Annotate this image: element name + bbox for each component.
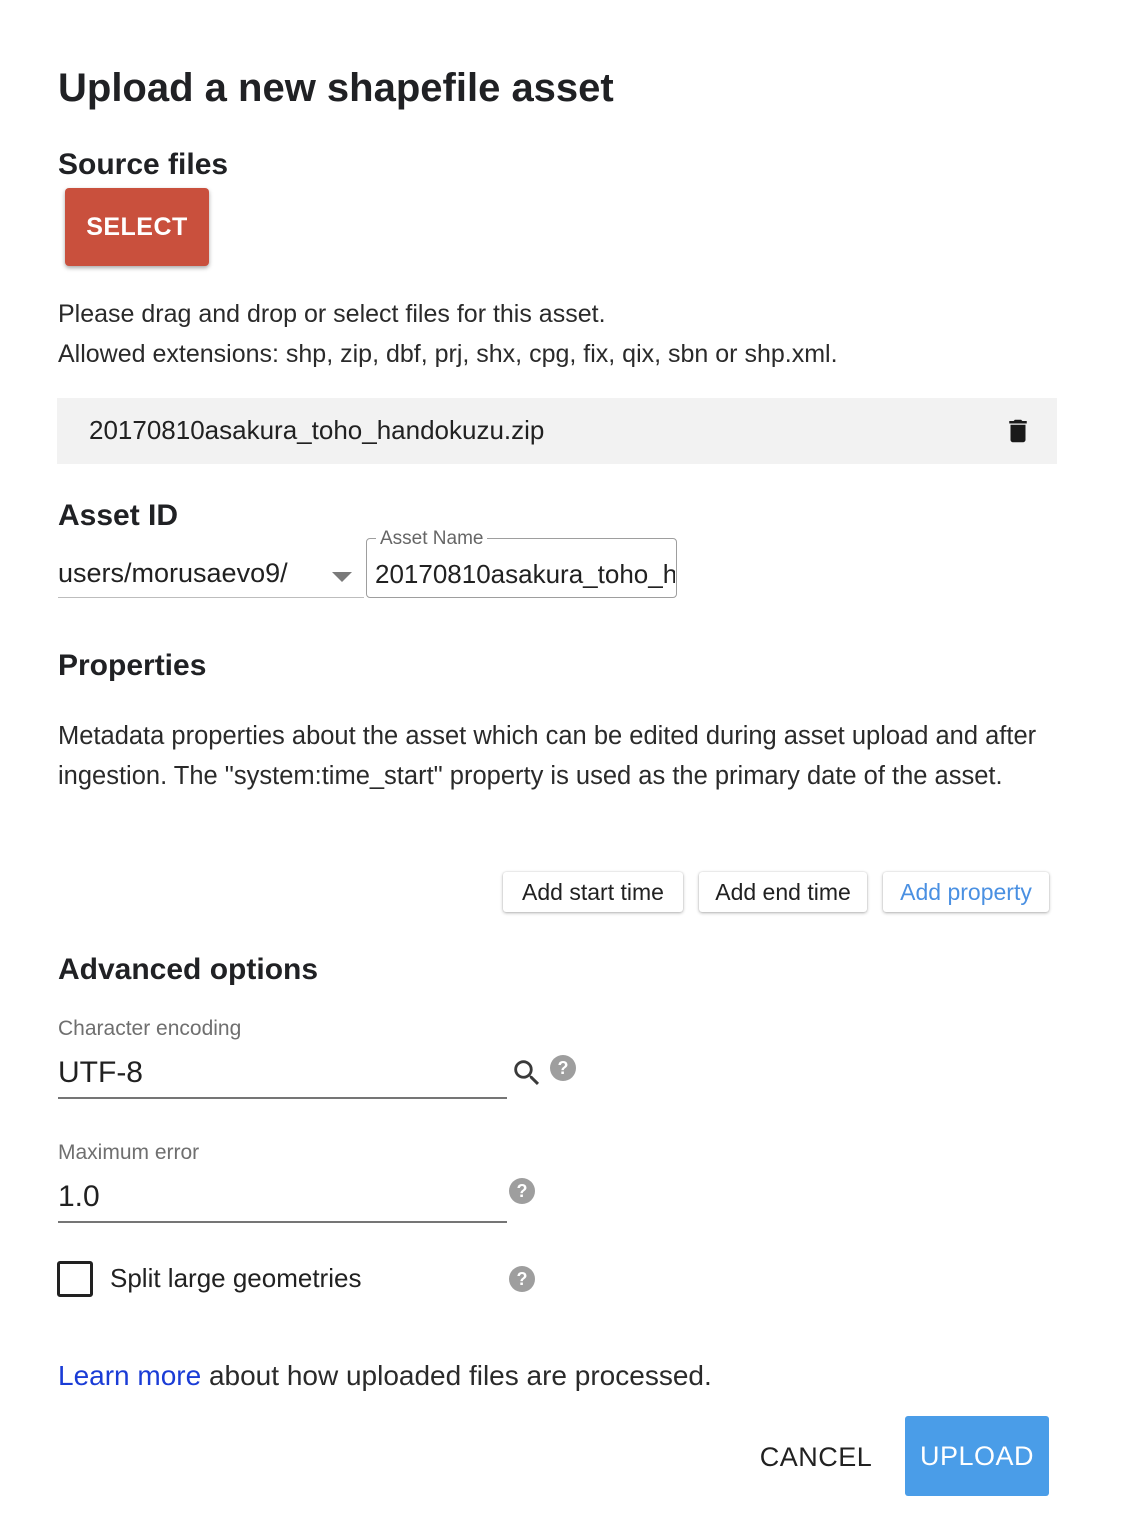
maximum-error-input[interactable] xyxy=(58,1176,498,1218)
asset-name-label: Asset Name xyxy=(376,528,488,550)
add-start-time-button[interactable]: Add start time xyxy=(503,872,683,912)
max-error-help-icon[interactable]: ? xyxy=(509,1178,535,1204)
asset-name-input[interactable] xyxy=(375,554,675,594)
character-encoding-input[interactable] xyxy=(58,1052,498,1094)
file-list-item: 20170810asakura_toho_handokuzu.zip xyxy=(57,398,1057,464)
maximum-error-underline xyxy=(58,1221,507,1223)
encoding-help-icon[interactable]: ? xyxy=(550,1055,576,1081)
drag-drop-help: Please drag and drop or select files for… xyxy=(58,300,606,328)
source-files-heading: Source files xyxy=(58,148,229,181)
source-files-help: Please drag and drop or select files for… xyxy=(58,294,838,374)
asset-folder-value: users/morusaevo9/ xyxy=(58,558,288,588)
allowed-extensions-help: Allowed extensions: shp, zip, dbf, prj, … xyxy=(58,340,838,368)
character-encoding-underline xyxy=(58,1097,507,1099)
search-icon[interactable] xyxy=(510,1056,544,1090)
cancel-button[interactable]: CANCEL xyxy=(750,1430,882,1484)
properties-heading: Properties xyxy=(58,649,207,682)
add-property-button[interactable]: Add property xyxy=(883,872,1049,912)
split-geometries-help-icon[interactable]: ? xyxy=(509,1266,535,1292)
asset-id-heading: Asset ID xyxy=(58,499,179,532)
add-end-time-button[interactable]: Add end time xyxy=(699,872,867,912)
asset-folder-select[interactable]: users/morusaevo9/ xyxy=(58,554,364,598)
character-encoding-label: Character encoding xyxy=(58,1017,242,1040)
trash-icon[interactable] xyxy=(1003,416,1033,446)
properties-description: Metadata properties about the asset whic… xyxy=(58,722,1037,790)
learn-more-text: about how uploaded files are processed. xyxy=(201,1360,712,1391)
chevron-down-icon xyxy=(332,572,352,582)
learn-more-line: Learn more about how uploaded files are … xyxy=(58,1360,712,1392)
upload-button[interactable]: UPLOAD xyxy=(905,1416,1049,1496)
split-geometries-label[interactable]: Split large geometries xyxy=(110,1263,361,1294)
select-files-button[interactable]: SELECT xyxy=(65,188,209,266)
dialog-title: Upload a new shapefile asset xyxy=(58,66,614,110)
learn-more-link[interactable]: Learn more xyxy=(58,1360,201,1391)
advanced-options-heading: Advanced options xyxy=(58,953,319,986)
maximum-error-label: Maximum error xyxy=(58,1141,200,1164)
file-name: 20170810asakura_toho_handokuzu.zip xyxy=(89,415,545,445)
split-geometries-checkbox[interactable] xyxy=(57,1261,93,1297)
